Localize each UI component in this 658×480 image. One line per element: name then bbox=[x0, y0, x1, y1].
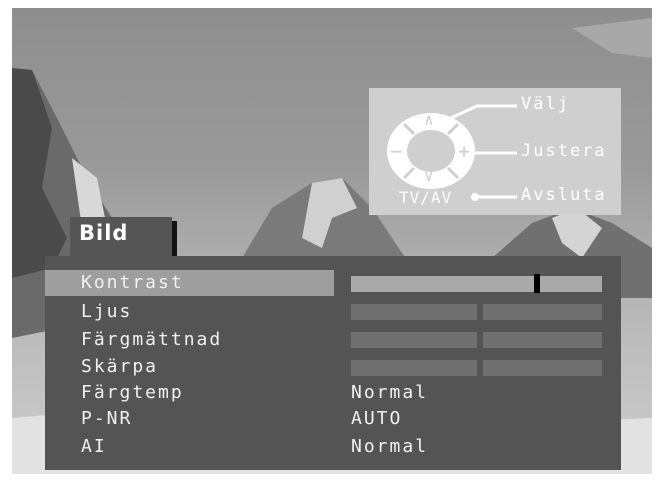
menu-item-kontrast[interactable]: Kontrast bbox=[81, 272, 184, 293]
ljus-slider-left[interactable] bbox=[351, 304, 477, 320]
p-nr-value[interactable]: AUTO bbox=[351, 408, 402, 429]
down-arrow-icon: ∨ bbox=[424, 166, 436, 185]
menu-title: Bild bbox=[70, 217, 172, 258]
skarpa-slider-right[interactable] bbox=[483, 360, 602, 376]
menu-item-skarpa[interactable]: Skärpa bbox=[81, 356, 158, 377]
menu-item-fargmattnad[interactable]: Färgmättnad bbox=[81, 329, 222, 350]
up-arrow-icon: ∧ bbox=[424, 110, 436, 129]
menu-item-ljus[interactable]: Ljus bbox=[81, 301, 132, 322]
ai-value[interactable]: Normal bbox=[351, 436, 428, 457]
kontrast-slider-handle[interactable] bbox=[534, 274, 540, 293]
ljus-slider-right[interactable] bbox=[483, 304, 602, 320]
skarpa-slider-left[interactable] bbox=[351, 360, 477, 376]
kontrast-slider[interactable] bbox=[351, 276, 602, 292]
tv-av-label: TV/AV bbox=[399, 188, 453, 207]
menu-item-p-nr[interactable]: P-NR bbox=[81, 408, 132, 429]
menu-item-fargtemp[interactable]: Färgtemp bbox=[81, 382, 184, 403]
adjust-label: Justera bbox=[521, 141, 607, 161]
key-guide-panel: ∧ ∨ − + Välj Justera TV/AV Avsluta bbox=[369, 88, 621, 215]
menu-item-ai[interactable]: AI bbox=[81, 436, 107, 457]
exit-label: Avsluta bbox=[521, 185, 607, 205]
fargtemp-value[interactable]: Normal bbox=[351, 382, 428, 403]
picture-menu-panel: Kontrast Ljus Färgmättnad Skärpa Färgtem… bbox=[45, 256, 621, 470]
plus-icon: + bbox=[458, 139, 473, 163]
select-label: Välj bbox=[521, 94, 570, 114]
minus-icon: − bbox=[390, 139, 405, 163]
fargmattnad-slider-right[interactable] bbox=[483, 332, 602, 348]
fargmattnad-slider-left[interactable] bbox=[351, 332, 477, 348]
